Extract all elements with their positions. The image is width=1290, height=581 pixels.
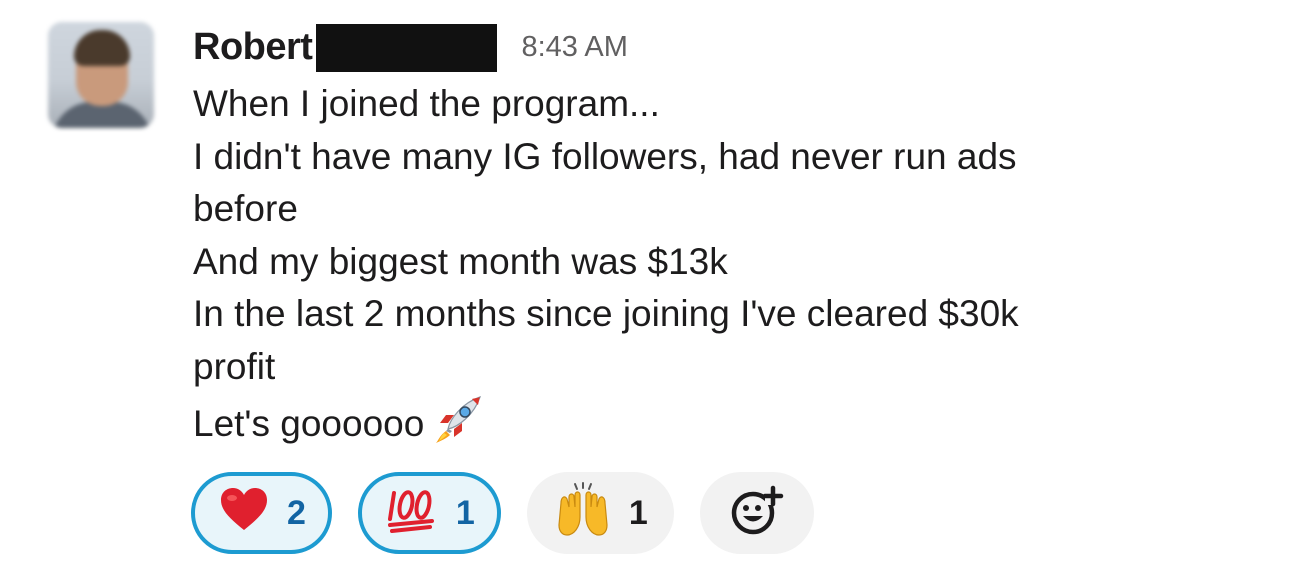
message-line: before [193,188,298,229]
add-reaction-button[interactable] [699,472,814,554]
reaction-hundred[interactable]: 1 [357,472,501,554]
reactions-bar: 2 1 1 [191,472,814,554]
red-heart-icon [219,486,269,541]
timestamp[interactable]: 8:43 AM [521,31,627,64]
avatar[interactable] [48,22,154,128]
sender-name[interactable]: Robert [193,26,313,69]
redaction-bar [316,24,498,72]
reaction-count: 1 [628,493,648,532]
hundred-points-icon [386,485,438,542]
reaction-heart[interactable]: 2 [191,472,332,554]
rocket-icon [432,393,484,460]
message-line: And my biggest month was $13k [193,240,728,282]
reaction-count: 1 [455,493,475,532]
message-body: When I joined the program... I didn't ha… [193,78,1193,460]
chat-message: Robert 8:43 AM When I joined the program… [0,0,1290,581]
message-header: Robert 8:43 AM [193,22,628,72]
message-line: I didn't have many IG followers, had nev… [193,135,1017,177]
message-line-text: Let's goooooo [193,403,425,445]
message-line-last: Let's goooooo [193,393,1193,460]
message-line: profit [193,345,276,387]
raising-hands-icon [555,481,611,546]
message-line: In the last 2 months since joining I've … [193,293,1019,334]
message-line: When I joined the program... [193,83,660,124]
add-reaction-smiley-icon [729,485,785,542]
reaction-count: 2 [287,493,306,532]
reaction-raising-hands[interactable]: 1 [526,472,674,554]
